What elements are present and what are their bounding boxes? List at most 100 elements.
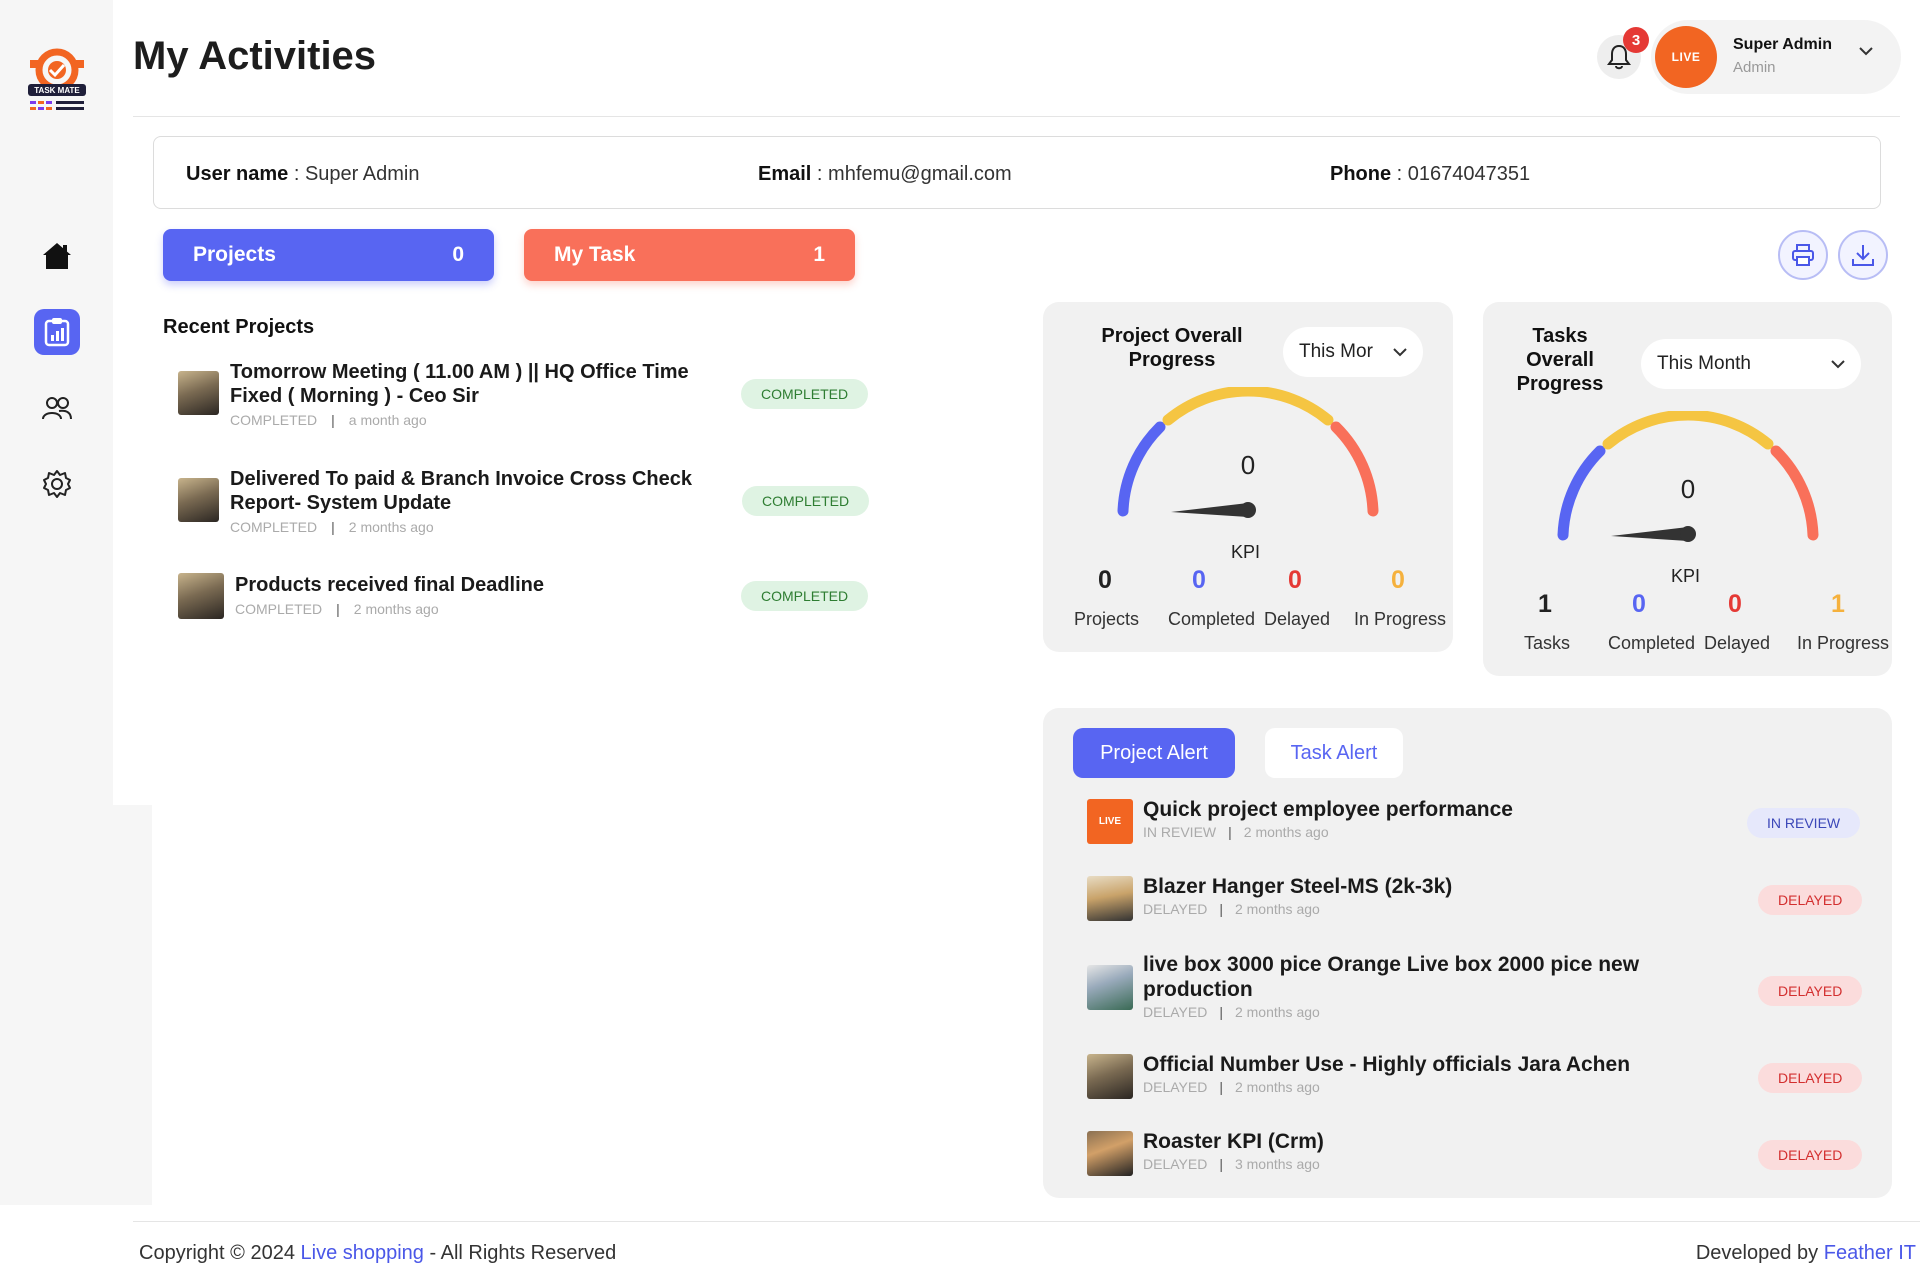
task-mate-logo[interactable]: TASK MATE — [22, 44, 92, 118]
list-item[interactable]: Official Number Use - Highly officials J… — [1087, 1052, 1864, 1102]
sidebar-item-home[interactable] — [34, 233, 80, 279]
alert-title: Blazer Hanger Steel-MS (2k-3k) — [1143, 875, 1453, 898]
alert-title: Roaster KPI (Crm) — [1143, 1130, 1324, 1153]
project-period-value: This Mor — [1299, 341, 1373, 362]
status-badge: IN REVIEW — [1747, 808, 1861, 838]
alert-meta: DELAYED | 2 months ago — [1143, 1079, 1320, 1095]
task-stat-delayed-label: Delayed — [1704, 633, 1771, 653]
status-badge: COMPLETED — [741, 379, 869, 409]
printer-icon — [1792, 244, 1814, 266]
list-item[interactable]: Products received final Deadline COMPLET… — [178, 573, 869, 633]
alert-title: Quick project employee performance — [1143, 798, 1513, 821]
live-shopping-link[interactable]: Live shopping — [301, 1242, 424, 1264]
project-progress-title-line2: Progress — [1128, 349, 1216, 371]
sidebar-item-activities[interactable] — [34, 309, 80, 355]
footer-divider — [133, 1221, 1920, 1222]
feather-it-link[interactable]: Feather IT — [1824, 1242, 1916, 1264]
project-gauge-value: 0 — [1240, 450, 1256, 480]
project-stat-completed-label: Completed — [1168, 609, 1256, 629]
alert-time: 3 months ago — [1234, 1156, 1320, 1172]
status-badge: DELAYED — [1758, 1063, 1863, 1093]
project-status: COMPLETED — [230, 519, 318, 535]
print-button[interactable] — [1778, 230, 1828, 280]
task-progress-title: Tasks Overall Progress — [1505, 324, 1615, 396]
project-meta: COMPLETED | 2 months ago — [230, 519, 434, 535]
home-icon — [43, 243, 71, 269]
alert-status: IN REVIEW — [1143, 824, 1217, 840]
project-stat-delayed-label: Delayed — [1264, 609, 1331, 629]
status-badge: COMPLETED — [741, 581, 869, 611]
task-stat-total-label: Tasks — [1524, 633, 1571, 653]
project-title-line2: Fixed ( Morning ) - Ceo Sir — [230, 385, 479, 407]
project-stat-total: 0 — [1098, 566, 1112, 594]
project-title-line1: Products received final Deadline — [235, 574, 544, 596]
avatar[interactable]: LIVE — [1655, 26, 1717, 88]
tab-task-alert[interactable]: Task Alert — [1265, 728, 1403, 778]
alert-time: 2 months ago — [1234, 901, 1320, 917]
mytask-stat-label: My Task — [554, 243, 636, 266]
status-badge: DELAYED — [1758, 976, 1863, 1006]
mytask-stat-button[interactable]: My Task 1 — [524, 229, 855, 281]
task-period-value: This Month — [1657, 353, 1751, 374]
task-progress-title-line3: Progress — [1516, 373, 1604, 395]
user-name: Super Admin — [1733, 36, 1832, 53]
gear-icon — [43, 470, 71, 498]
project-status: COMPLETED — [235, 601, 323, 617]
project-thumbnail — [178, 478, 219, 522]
download-button[interactable] — [1838, 230, 1888, 280]
alert-meta: DELAYED | 2 months ago — [1143, 901, 1320, 917]
project-thumbnail — [178, 371, 219, 415]
page-title: My Activities — [133, 34, 377, 78]
project-stat-total-label: Projects — [1074, 609, 1140, 629]
chevron-down-icon — [1831, 359, 1845, 368]
email-info: Email : mhfemu@gmail.com — [758, 163, 1012, 185]
sidebar-item-users[interactable] — [34, 385, 80, 431]
notification-count-badge: 3 — [1623, 27, 1649, 53]
chevron-down-icon[interactable] — [1858, 46, 1874, 56]
mytask-stat-count: 1 — [813, 243, 825, 266]
task-period-select[interactable]: This Month — [1641, 339, 1861, 389]
task-progress-title-line2: Overall — [1526, 349, 1594, 371]
username-label: User name — [186, 163, 289, 185]
alert-thumbnail — [1087, 1131, 1133, 1176]
username-value: Super Admin — [304, 163, 420, 185]
project-time: 2 months ago — [348, 519, 434, 535]
alert-time: 2 months ago — [1234, 1004, 1320, 1020]
project-title-line1: Delivered To paid & Branch Invoice Cross… — [230, 468, 692, 490]
sidebar-background — [0, 805, 152, 1205]
list-item[interactable]: Roaster KPI (Crm) DELAYED | 3 months ago D… — [1087, 1129, 1864, 1179]
download-icon — [1852, 245, 1874, 266]
alert-title: Official Number Use - Highly officials J… — [1143, 1053, 1631, 1076]
list-item[interactable]: LIVE Quick project employee performance … — [1087, 797, 1864, 847]
project-period-select[interactable]: This Mor — [1283, 327, 1423, 377]
list-item[interactable]: Blazer Hanger Steel-MS (2k-3k) DELAYED | 2… — [1087, 874, 1864, 924]
sidebar-item-settings[interactable] — [34, 461, 80, 507]
alert-thumbnail — [1087, 965, 1133, 1010]
task-stat-completed: 0 — [1632, 590, 1646, 618]
phone-label: Phone — [1330, 163, 1392, 185]
task-progress-card: Tasks Overall Progress This Month 0 KPI 1 … — [1483, 302, 1892, 676]
users-icon — [42, 397, 72, 420]
username-info: User name : Super Admin — [186, 163, 420, 185]
list-item[interactable]: Tomorrow Meeting ( 11.00 AM ) || HQ Offi… — [178, 360, 869, 440]
alert-status: DELAYED — [1143, 1004, 1208, 1020]
projects-stat-label: Projects — [193, 243, 276, 266]
alert-title-line2: production — [1143, 978, 1253, 1001]
tab-project-alert[interactable]: Project Alert — [1073, 728, 1235, 778]
alert-meta: DELAYED | 2 months ago — [1143, 1004, 1320, 1020]
list-item[interactable]: live box 3000 pice Orange Live box 2000 … — [1087, 952, 1864, 1027]
alert-time: 2 months ago — [1234, 1079, 1320, 1095]
project-stat-delayed: 0 — [1288, 566, 1302, 594]
project-title-line2: Report- System Update — [230, 492, 452, 514]
project-stat-inprogress-label: In Progress — [1354, 609, 1447, 629]
project-progress-card: Project Overall Progress This Mor 0 KPI 0… — [1043, 302, 1453, 652]
projects-stat-button[interactable]: Projects 0 — [163, 229, 494, 281]
status-badge: DELAYED — [1758, 885, 1863, 915]
alert-meta: IN REVIEW | 2 months ago — [1143, 824, 1329, 840]
alert-meta: DELAYED | 3 months ago — [1143, 1156, 1320, 1172]
alert-status: DELAYED — [1143, 1156, 1208, 1172]
project-stat-completed: 0 — [1192, 566, 1206, 594]
list-item[interactable]: Delivered To paid & Branch Invoice Cross… — [178, 467, 870, 547]
project-thumbnail — [178, 573, 224, 619]
alert-thumbnail — [1087, 876, 1133, 921]
